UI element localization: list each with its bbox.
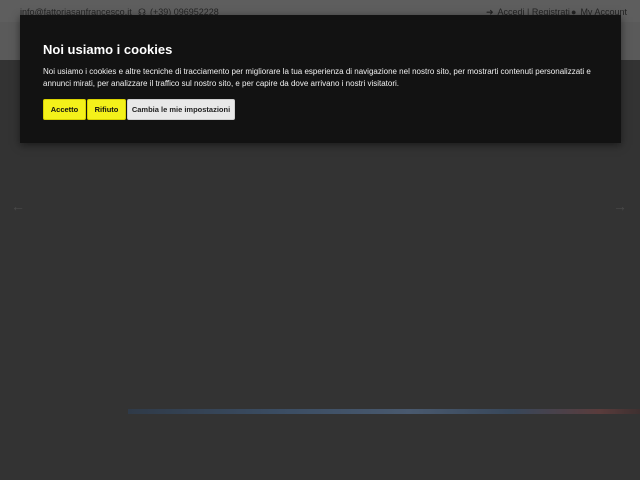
- cookie-consent-dialog: Noi usiamo i cookies Noi usiamo i cookie…: [20, 15, 621, 143]
- hero-image-strip: [128, 409, 640, 414]
- cookie-dialog-text: Noi usiamo i cookies e altre tecniche di…: [43, 67, 591, 88]
- cookie-settings-button[interactable]: Cambia le mie impostazioni: [127, 99, 235, 120]
- accept-cookies-button[interactable]: Accetto: [43, 99, 86, 120]
- chevron-right-icon[interactable]: →: [612, 198, 628, 214]
- reject-cookies-button[interactable]: Rifiuto: [87, 99, 126, 120]
- cookie-dialog-title: Noi usiamo i cookies: [43, 42, 173, 57]
- chevron-left-icon[interactable]: ←: [10, 198, 26, 214]
